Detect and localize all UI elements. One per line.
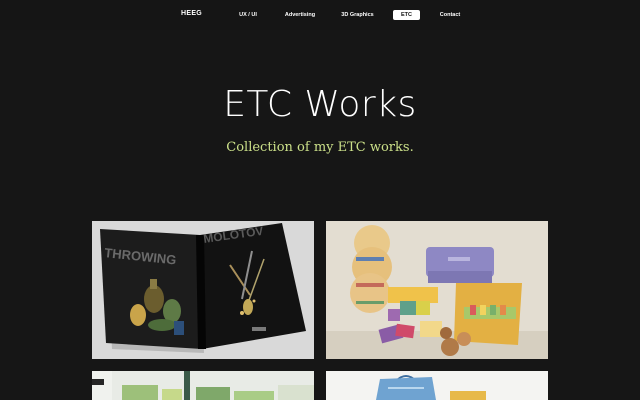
nav-item-ux-ui[interactable]: UX / UI (237, 10, 259, 20)
top-nav-bar: HEEG UX / UI Advertising 3D Graphics ETC… (0, 0, 640, 30)
project-card-posters[interactable] (92, 371, 314, 400)
page-subtitle: Collection of my ETC works. (226, 140, 414, 155)
shopping-bag-image (326, 371, 548, 400)
project-card-packaging[interactable] (326, 221, 548, 359)
green-posters-image (92, 371, 314, 400)
brand-logo[interactable]: HEEG (181, 10, 202, 17)
project-card-shopping-bag[interactable] (326, 371, 548, 400)
packaging-boxes-image (326, 221, 548, 359)
project-card-magazine[interactable]: THROWING MOLOTOV (92, 221, 314, 359)
nav-item-advertising[interactable]: Advertising (282, 10, 318, 20)
magazine-spread-image: THROWING MOLOTOV (92, 221, 314, 359)
nav-item-contact[interactable]: Contact (437, 10, 463, 20)
nav-item-etc[interactable]: ETC (393, 10, 420, 20)
page-title: ETC Works (223, 84, 417, 125)
nav-item-3d-graphics[interactable]: 3D Graphics (339, 10, 376, 20)
